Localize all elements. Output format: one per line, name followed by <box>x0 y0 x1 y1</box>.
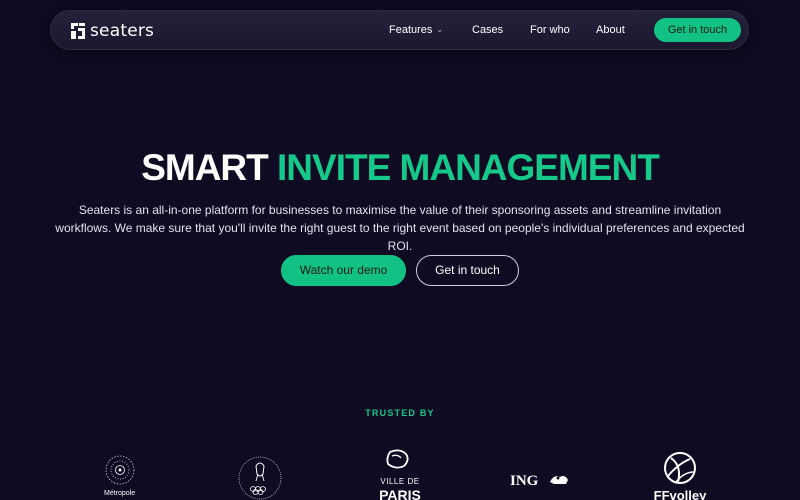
nav-item-cases[interactable]: Cases <box>472 24 503 36</box>
hero-title-part2: INVITE MANAGEMENT <box>277 147 660 188</box>
metropole-emblem-icon <box>105 455 135 485</box>
watch-demo-button[interactable]: Watch our demo <box>281 255 406 286</box>
nav-item-about[interactable]: About <box>596 24 625 36</box>
nav-item-for-who[interactable]: For who <box>530 24 570 36</box>
nav-item-label: Features <box>389 24 433 36</box>
nav-menu: Features ⌄ Cases For who About <box>51 11 748 51</box>
hero-title-part1: SMART <box>141 147 269 188</box>
get-in-touch-button[interactable]: Get in touch <box>416 255 519 286</box>
paris-ship-icon: VILLE DE PARIS <box>379 449 421 500</box>
page: seaters Features ⌄ Cases For who About Ge… <box>0 0 800 500</box>
comite-national-emblem-icon <box>238 456 282 500</box>
ffvolley-logo: FFvolley <box>644 450 716 500</box>
ing-lion-icon: ING <box>510 473 568 489</box>
comite-national-logo <box>236 454 284 500</box>
nav-get-in-touch-button[interactable]: Get in touch <box>654 18 741 42</box>
nav-item-label: Cases <box>472 24 504 36</box>
metropole-logo: Métropole <box>100 454 140 500</box>
hero-subtitle: Seaters is an all-in-one platform for bu… <box>55 203 745 253</box>
ffvolley-text: FFvolley <box>654 488 708 500</box>
ing-logo: ING <box>510 470 572 490</box>
nav-item-features[interactable]: Features ⌄ <box>389 24 443 36</box>
trusted-by-label: TRUSTED BY <box>365 408 435 418</box>
ville-de-paris-logo: VILLE DE PARIS <box>368 446 432 500</box>
nav-item-label: About <box>596 24 625 36</box>
metropole-caption: Métropole <box>104 490 136 497</box>
volleyball-icon: FFvolley <box>654 452 708 500</box>
nav-item-label: For who <box>530 24 570 36</box>
top-navigation: seaters Features ⌄ Cases For who About Ge… <box>50 10 749 50</box>
hero-title: SMART INVITE MANAGEMENT <box>0 146 800 190</box>
chevron-down-icon: ⌄ <box>436 25 444 34</box>
paris-line1: VILLE DE <box>380 477 419 486</box>
paris-line2: PARIS <box>379 487 421 500</box>
ing-text: ING <box>510 473 539 489</box>
